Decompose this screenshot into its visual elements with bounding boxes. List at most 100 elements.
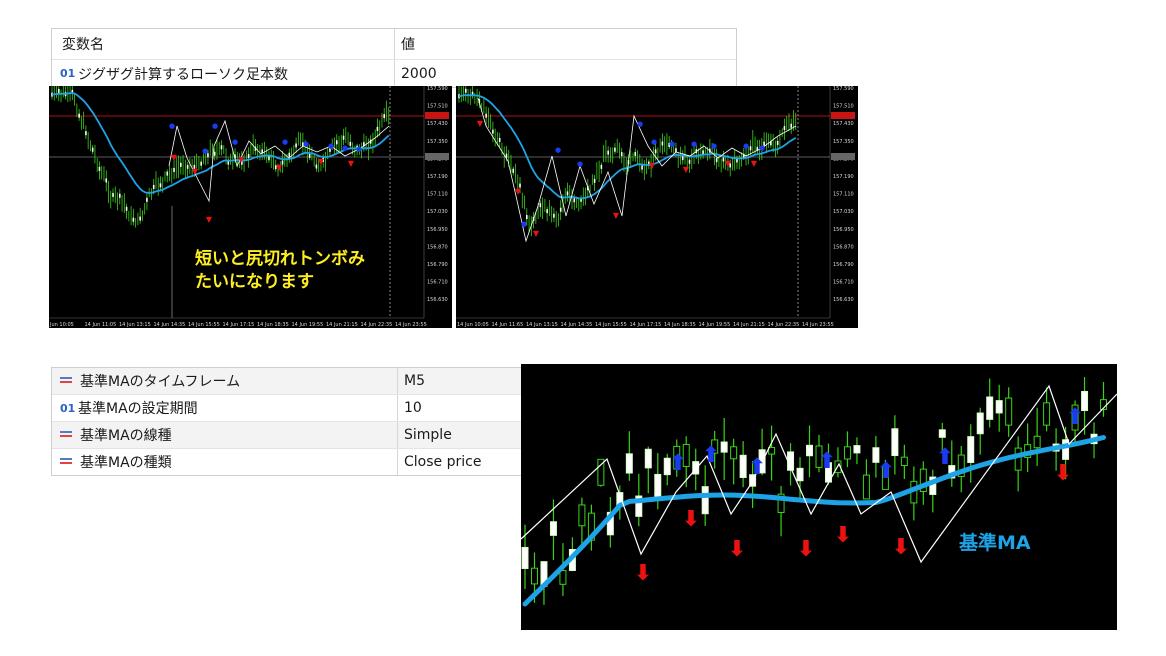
- price-tick-label: 156.790: [427, 262, 448, 268]
- price-tick-label: 156.630: [427, 297, 448, 303]
- candle-body: [166, 171, 169, 176]
- candle-body: [688, 159, 691, 164]
- time-tick-label: 14 Jun 22:35: [768, 322, 800, 328]
- table-row[interactable]: 基準MAのタイムフレーム M5: [52, 368, 522, 395]
- up-arrow-icon: ⬆: [669, 451, 687, 476]
- param-value[interactable]: 10: [404, 400, 422, 416]
- param-name: 基準MAの種類: [80, 455, 172, 471]
- param-value-cell[interactable]: 10: [398, 400, 422, 416]
- candle-body: [739, 454, 747, 479]
- candle-body: [625, 453, 633, 474]
- price-tag-grey: [831, 153, 855, 160]
- candle-body: [112, 192, 114, 197]
- candle-body: [843, 446, 851, 460]
- time-tick-label: 14 Jun 22:35: [361, 322, 393, 328]
- param-value[interactable]: Close price: [404, 454, 481, 470]
- int-type-icon: 01: [60, 401, 76, 415]
- up-arrow-icon: ●: [521, 220, 527, 228]
- candle-body: [464, 88, 467, 93]
- candle-body: [521, 546, 529, 570]
- param-value[interactable]: M5: [404, 373, 425, 389]
- up-arrow-icon: ●: [303, 140, 309, 148]
- time-tick-label: 14 Jun 18:35: [664, 322, 696, 328]
- price-tick-label: 157.030: [833, 209, 854, 215]
- chart-left[interactable]: ● ● ● ● ● ● ● ● ● ▼ ▼ ▼ ▼ ▼ ▼ ▼ 157.590 157.510 157.430 157…: [49, 86, 452, 328]
- price-tick-label: 156.710: [833, 280, 854, 286]
- down-arrow-icon: ▼: [206, 215, 213, 224]
- price-tick-label: 156.950: [427, 227, 448, 233]
- candle-body: [85, 131, 87, 136]
- param-value[interactable]: Simple: [404, 427, 452, 443]
- candle-body: [702, 150, 704, 155]
- candle-body: [549, 521, 557, 536]
- candle-body: [796, 467, 804, 482]
- candle-body: [967, 436, 975, 463]
- table-row[interactable]: 01 基準MAの設定期間 10: [52, 395, 522, 422]
- up-arrow-icon: ⬆: [877, 459, 895, 484]
- candle-body: [614, 147, 616, 152]
- down-arrow-icon: ▼: [348, 159, 355, 168]
- candle-body: [342, 135, 345, 140]
- table-row[interactable]: 基準MAの種類 Close price: [52, 449, 522, 475]
- param-value-cell[interactable]: Close price: [398, 454, 481, 470]
- caption-line-2: たいになります: [195, 272, 314, 292]
- param-value-cell[interactable]: 2000: [395, 66, 437, 82]
- param-value[interactable]: 2000: [401, 66, 437, 82]
- candle-body: [730, 446, 738, 460]
- param-name: 基準MAの線種: [80, 428, 172, 444]
- candle-body: [105, 178, 108, 183]
- param-name: 基準MAの設定期間: [78, 401, 198, 417]
- chart-zoom[interactable]: ⬆ ⬆ ⬆ ⬆ ⬆ ⬆ ⬆ ⬇ ⬇ ⬇ ⬇ ⬇ ⬇ ⬇ 基準MA: [521, 364, 1117, 630]
- candle-body: [159, 183, 162, 188]
- time-tick-label: 14 Jun 19:55: [292, 322, 324, 328]
- candle-body: [335, 140, 338, 145]
- candle-body: [783, 126, 786, 131]
- time-tick-label: 14 Jun 21:15: [733, 322, 765, 328]
- time-tick-label: 14 Jun 11:65: [492, 322, 524, 328]
- candle-body: [938, 429, 946, 438]
- up-arrow-icon: ⬆: [936, 445, 954, 470]
- down-arrow-icon: ▼: [276, 163, 283, 172]
- time-tick-label: Jun 10:05: [49, 322, 74, 328]
- down-arrow-icon: ⬇: [1054, 461, 1072, 486]
- price-tick-label: 157.350: [833, 139, 854, 145]
- candle-body: [383, 114, 386, 119]
- candle-body: [308, 153, 311, 158]
- down-arrow-icon: ▼: [192, 167, 199, 176]
- down-arrow-icon: ⬇: [797, 537, 815, 562]
- candle-body: [376, 126, 379, 131]
- candle-body: [526, 215, 528, 220]
- candle-body: [546, 209, 548, 214]
- candle-body: [634, 151, 637, 156]
- param-value-cell[interactable]: M5: [398, 373, 425, 389]
- param-value-cell[interactable]: Simple: [398, 427, 452, 443]
- price-tick-label: 157.030: [427, 209, 448, 215]
- down-arrow-icon: ▼: [171, 153, 178, 162]
- price-tick-label: 157.190: [833, 174, 854, 180]
- candle-body: [862, 474, 870, 500]
- candle-body: [220, 145, 223, 150]
- zigzag-line: [168, 119, 390, 203]
- candle-body: [986, 396, 994, 420]
- up-arrow-icon: ●: [328, 142, 334, 150]
- up-arrow-icon: ⬆: [818, 449, 836, 474]
- time-tick-label: 14 Jun 15:55: [188, 322, 220, 328]
- table-row[interactable]: 基準MAの線種 Simple: [52, 422, 522, 449]
- candle-body: [512, 168, 515, 173]
- table-row[interactable]: 01 ジグザグ計算するローソク足本数 2000: [52, 60, 736, 87]
- candle-body: [806, 444, 814, 457]
- time-tick-label: 14 Jun 14:35: [561, 322, 593, 328]
- candle-body: [1014, 447, 1022, 471]
- chart-right[interactable]: ● ● ● ● ● ● ● ● ● ● ▼ ▼ ▼ ▼ ▼ ▼ ▼ ▼ 157.590 157.510 157.430 1…: [456, 86, 858, 328]
- candle-body: [173, 167, 175, 172]
- param-name: ジグザグ計算するローソク足本数: [78, 66, 288, 83]
- candle-body: [530, 567, 538, 585]
- candle-body: [1033, 435, 1041, 449]
- time-tick-label: 14 Jun 21:15: [326, 322, 358, 328]
- candle-body: [559, 570, 567, 585]
- candle-body: [578, 504, 586, 527]
- up-arrow-icon: ●: [577, 160, 583, 168]
- up-arrow-icon: ●: [743, 142, 749, 150]
- price-tag-red: [425, 112, 449, 119]
- candle-body: [1043, 402, 1051, 426]
